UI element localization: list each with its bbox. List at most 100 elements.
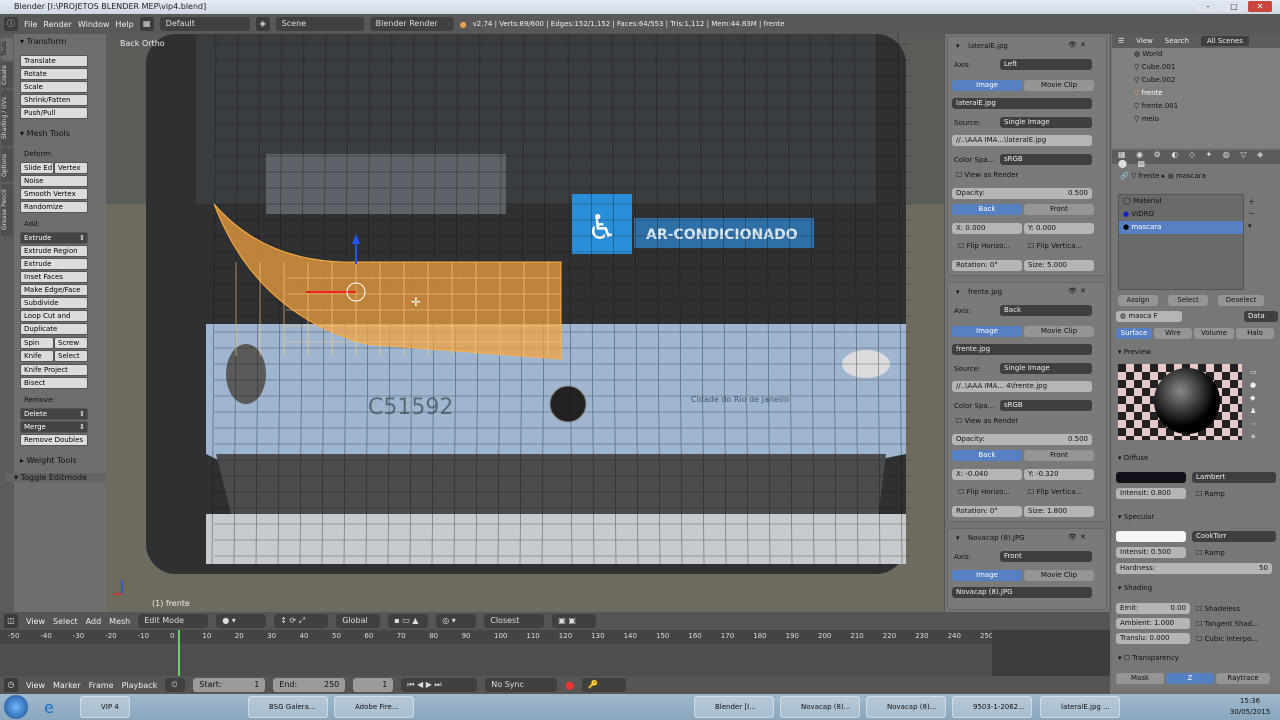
offset-x-field[interactable]: X: 0.000 (952, 223, 1022, 234)
view-as-render-checkbox[interactable]: ☐ View as Render (956, 171, 1018, 179)
color-space-dropdown[interactable]: sRGB (1000, 400, 1092, 411)
z-transparency-toggle[interactable]: Z Transparency (1166, 673, 1214, 684)
noise-button[interactable]: Noise (20, 175, 88, 187)
eye-icon[interactable]: 👁 (1068, 287, 1077, 295)
offset-y-field[interactable]: Y: 0.000 (1024, 223, 1094, 234)
front-toggle[interactable]: Front (1024, 450, 1094, 461)
diffuse-panel-header[interactable]: ▾ Diffuse (1118, 454, 1148, 462)
hardness-field[interactable]: Hardness: 50 (1116, 563, 1272, 574)
movie-clip-toggle[interactable]: Movie Clip (1024, 326, 1094, 337)
preview-panel-header[interactable]: ▾ Preview (1118, 348, 1151, 356)
layout-icon[interactable]: ▦ (139, 17, 154, 31)
knife-select-button[interactable]: Select (54, 350, 88, 362)
image-path-field[interactable]: //..\AAA IMA... 4\frente.jpg (952, 381, 1092, 392)
mesh-tools-panel-header[interactable]: ▾ Mesh Tools (20, 129, 70, 138)
emit-field[interactable]: Emit: 0.00 (1116, 603, 1190, 614)
menu-render[interactable]: Render (43, 20, 71, 29)
extrude-individual-button[interactable]: Extrude Individual (20, 258, 88, 278)
offset-x-field[interactable]: X: -0.040 (952, 469, 1022, 480)
knife-project-button[interactable]: Knife Project (20, 364, 88, 376)
raytrace-toggle[interactable]: Raytrace (1216, 673, 1270, 684)
taskbar-item[interactable]: Novacap (8)... (780, 696, 860, 718)
shadeless-checkbox[interactable]: ☐ Shadeless (1196, 605, 1240, 613)
merge-dropdown[interactable]: Merge ⇕ (20, 421, 88, 433)
loop-cut-slide-button[interactable]: Loop Cut and Slide (20, 310, 88, 330)
image-toggle[interactable]: Image (952, 80, 1022, 91)
preview-range-toggle[interactable]: ⏲ (165, 678, 186, 692)
close-icon[interactable]: ✕ (1080, 41, 1086, 49)
image-toggle[interactable]: Image (952, 570, 1022, 581)
shrink-fatten-button[interactable]: Shrink/Fatten (20, 94, 88, 106)
manipulator-buttons[interactable]: ↕ ⟳ ⤢ (274, 614, 329, 628)
end-frame-field[interactable]: End: 250 (273, 678, 346, 692)
ie-icon[interactable]: e (44, 698, 54, 717)
timeline-menu-marker[interactable]: Marker (53, 681, 81, 690)
mode-selector[interactable]: Edit Mode (138, 614, 209, 628)
timeline-menu-frame[interactable]: Frame (89, 681, 114, 690)
menu-help[interactable]: Help (115, 20, 133, 29)
offset-y-field[interactable]: Y: -0.320 (1024, 469, 1094, 480)
slot-buttons[interactable]: ＋－ ▾ (1248, 196, 1255, 232)
inset-faces-button[interactable]: Inset Faces (20, 271, 88, 283)
color-space-dropdown[interactable]: sRGB (1000, 154, 1092, 165)
rotate-button[interactable]: Rotate (20, 68, 88, 80)
3d-cursor-icon[interactable]: ✛ (411, 295, 421, 309)
viewport-canvas[interactable]: ♿ AR-CONDICIONADO C51592 Cidade do Rio d… (106, 34, 944, 612)
tangent-shading-checkbox[interactable]: ☐ Tangent Shad... (1196, 620, 1259, 628)
extrude-dropdown[interactable]: Extrude ⇕ (20, 232, 88, 244)
extrude-region-button[interactable]: Extrude Region (20, 245, 88, 257)
source-dropdown[interactable]: Single Image (1000, 363, 1092, 374)
translate-button[interactable]: Translate (20, 55, 88, 67)
timeline-menu-view[interactable]: View (26, 681, 45, 690)
eye-icon[interactable]: 👁 (1068, 533, 1077, 541)
scene-selector[interactable]: Scene (275, 17, 364, 31)
delete-dropdown[interactable]: Delete ⇕ (20, 408, 88, 420)
tab-volume[interactable]: Volume (1194, 328, 1234, 339)
tab-surface[interactable]: Surface (1116, 328, 1152, 339)
material-slot[interactable]: ◯ Material (1119, 195, 1243, 208)
opacity-slider[interactable]: Opacity: 0.500 (952, 188, 1092, 199)
bisect-button[interactable]: Bisect (20, 377, 88, 389)
scene-icon[interactable]: ◈ (255, 17, 270, 31)
taskbar-item[interactable]: Blender [I... (694, 696, 774, 718)
eye-icon[interactable]: 👁 (1068, 41, 1077, 49)
taskbar-item[interactable]: BSG Galera... (248, 696, 328, 718)
close-button[interactable]: ✕ (1248, 1, 1272, 12)
axis-dropdown[interactable]: Back (1000, 305, 1092, 316)
playback-controls[interactable]: ⏮ ◀ ▶ ⏭ (401, 678, 478, 692)
outliner-search-menu[interactable]: Search (1165, 37, 1189, 45)
viewport-shading-selector[interactable]: ● ▾ (216, 614, 267, 628)
timeline-ruler[interactable]: -50 -40 -30 -20 -10 0 10 20 30 40 50 60 70 80 90 100 110… (0, 630, 1110, 644)
screw-button[interactable]: Screw (54, 337, 88, 349)
axis-dropdown[interactable]: Left (1000, 59, 1092, 70)
duplicate-button[interactable]: Duplicate (20, 323, 88, 335)
ambient-field[interactable]: Ambient: 1.000 (1116, 618, 1190, 629)
system-clock[interactable]: 15:36 30/05/2015 (1224, 696, 1276, 718)
proportional-edit-button[interactable]: ◎ ▾ (436, 614, 477, 628)
3d-view-editor-icon[interactable]: ◫ (4, 614, 18, 628)
size-field[interactable]: Size: 5.000 (1024, 260, 1094, 271)
rotation-field[interactable]: Rotation: 0° (952, 506, 1022, 517)
3d-viewport[interactable]: ♿ AR-CONDICIONADO C51592 Cidade do Rio d… (106, 34, 944, 612)
flip-horizontal-checkbox[interactable]: ☐ Flip Horizo... (958, 242, 1010, 250)
flip-horizontal-checkbox[interactable]: ☐ Flip Horizo... (958, 488, 1010, 496)
keying-set-field[interactable]: 🔑 (582, 678, 627, 692)
collapse-arrow-icon[interactable]: ▾ (956, 42, 960, 50)
front-toggle[interactable]: Front (1024, 204, 1094, 215)
diffuse-shader-dropdown[interactable]: Lambert (1192, 472, 1276, 483)
menu-view[interactable]: View (26, 617, 45, 626)
flip-vertical-checkbox[interactable]: ☐ Flip Vertica... (1028, 488, 1082, 496)
transform-panel-header[interactable]: ▾ Transform (20, 37, 66, 46)
snap-target-selector[interactable]: Closest (484, 614, 545, 628)
image-path-field[interactable]: //..\AAA IMA...\lateralE.jpg (952, 135, 1092, 146)
specular-ramp-checkbox[interactable]: ☐ Ramp (1196, 549, 1225, 557)
sync-mode-dropdown[interactable]: No Sync (485, 678, 558, 692)
taskbar-item[interactable]: VIP 4 (80, 696, 130, 718)
preview-shape-buttons[interactable]: ▭ ● ◆ ♟ ⋯ ☀ (1250, 366, 1257, 444)
outliner-editor-icon[interactable]: ☰ (1118, 37, 1124, 45)
assign-button[interactable]: Assign (1118, 295, 1158, 306)
weight-tools-panel-header[interactable]: ▸ Weight Tools (20, 456, 77, 465)
remove-doubles-button[interactable]: Remove Doubles (20, 434, 88, 446)
back-toggle[interactable]: Back (952, 450, 1022, 461)
opacity-slider[interactable]: Opacity: 0.500 (952, 434, 1092, 445)
